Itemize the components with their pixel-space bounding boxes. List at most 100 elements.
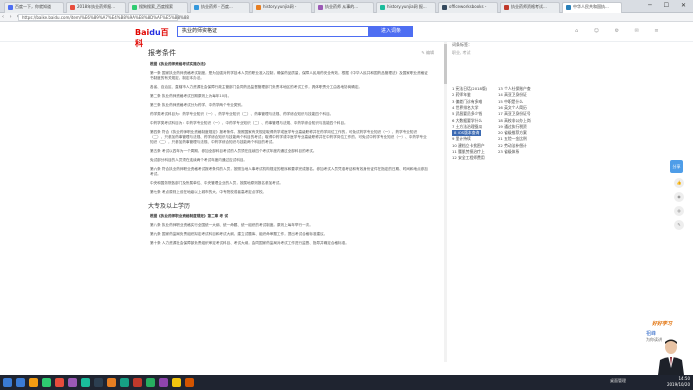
hot-list-rank: 11 [452, 149, 457, 154]
taskbar-app-icon[interactable] [120, 378, 129, 387]
hot-list-rank: 8 [454, 130, 457, 136]
paragraph-group-1: 根据《执业药师资格考试实施办法》 第一条 国家执业药师资格考试制度，是为加强对药学… [140, 62, 440, 195]
address-input[interactable]: https://baike.baidu.com/item/%E6%89%A7%E… [18, 14, 189, 21]
article-paragraph: 各省、自治区、直辖市人力资源社会保障行政主管部门会同药品监督管理部门负责本地区的… [150, 85, 363, 89]
hot-list-item[interactable]: 4 世界排名大学 [452, 105, 478, 111]
hot-list-item[interactable]: 9 里计持续 [452, 136, 471, 142]
taskbar-app-icon[interactable] [55, 378, 64, 387]
header-icons[interactable]: ⌂ ☺ ⚙ ✉ ≡ [575, 28, 666, 34]
hot-list-item[interactable]: 8 iOS版本查询 [452, 130, 482, 137]
browser-tab[interactable]: history.yunjia网 - [252, 2, 312, 13]
taskbar-app-icon[interactable] [68, 378, 77, 387]
tab-favicon-icon [504, 4, 509, 10]
browser-tab[interactable]: history.yunjia网 报... [376, 2, 436, 13]
article-paragraph: 中药学类考试科目为：中药学专业知识（一）、中药学专业知识（二）、药事管理与法规、… [150, 121, 348, 125]
tab-label: 百度一下，你就知道 [15, 4, 51, 9]
video-logo: 好好学习 [652, 321, 673, 327]
tab-favicon-icon [442, 4, 447, 10]
hot-list-item[interactable]: 11 腰肌劳损治疗上 [452, 149, 485, 155]
taskbar-app-icon[interactable] [107, 378, 116, 387]
browser-tab[interactable]: 2018年执业药师报... [66, 2, 126, 13]
article-paragraph: 第六条 符合执业药师职业资格考试报考条件的人员，按照当地人事考试机构规定的程序和… [150, 167, 428, 176]
hot-list-item[interactable]: 1 宪法日话(2018版) [452, 86, 487, 92]
taskbar-app-icon[interactable] [81, 378, 90, 387]
browser-tab[interactable]: 百度一下，你就知道 [4, 2, 64, 13]
hot-list-item[interactable]: 10 建档立卡贫困户 [452, 143, 485, 149]
tab-label: 执业药师 - 百度... [201, 4, 233, 9]
hot-list-item[interactable]: 3 偏差门诊有多难 [452, 99, 482, 105]
article-paragraph: 第一条 国家执业药师资格考试制度，是为加强对药学技术人员的职业准入控制，确保药品… [150, 71, 428, 80]
thumb-up-icon[interactable]: 👍 [674, 178, 684, 188]
article-paragraph: 第八条 执业药师职业资格实行全国统一大纲、统一命题、统一组织的考试制度。原则上每… [150, 223, 313, 227]
hot-list-label: 省级体系 [504, 149, 520, 154]
scrollbar-thumb[interactable] [444, 44, 447, 84]
share-button[interactable]: 分享 [670, 160, 683, 173]
hot-list-label: 偏差门诊有多难 [455, 98, 483, 104]
wechat-icon[interactable]: ◍ [674, 206, 684, 216]
hot-list-item[interactable]: 22 劳动法补偿计 [498, 143, 527, 149]
video-overlay[interactable]: 好好学习 祖峰 为你读讲 [632, 318, 693, 375]
hot-list-label: 五险一金比例 [504, 136, 527, 142]
hot-list-label: 建档立卡贫困户 [458, 142, 485, 148]
comment-icon[interactable]: ✎ [674, 220, 684, 230]
presenter-image [658, 339, 684, 375]
tab-label: history.yunjia网 - [263, 4, 297, 9]
hot-list-item[interactable]: 6 大数据要学什么 [452, 118, 482, 124]
scrollbar-track[interactable] [444, 42, 447, 362]
right-rail: 👍 ◉ ◍ ✎ [672, 178, 686, 234]
taskbar-app-icon[interactable] [16, 378, 25, 387]
hot-list-item[interactable]: 16 英文个人简历 [498, 105, 527, 111]
hot-list-item[interactable]: 14 高亚卫身份证 [498, 92, 527, 98]
hot-list-rank: 9 [452, 136, 455, 142]
browser-tab[interactable]: 搜狗搜索_百度搜索 [128, 2, 188, 13]
hot-list-label: 个人社保账户查 [504, 86, 531, 91]
hot-list-item[interactable]: 20 省级推荐方案 [498, 130, 527, 136]
system-tray[interactable]: 桌面管理 [610, 378, 626, 384]
hot-list-item[interactable]: 5 武昌要员多少钱 [452, 111, 482, 117]
browser-tab[interactable]: 中华人民共和国执... [562, 2, 622, 13]
edit-link[interactable]: ✎ 编辑 [421, 50, 434, 56]
hot-list-item[interactable]: 7 土方法治理蚕瓜 [452, 124, 482, 130]
start-button[interactable] [3, 378, 12, 387]
sidebar-subtitle[interactable]: 职业, 考试 [452, 50, 552, 56]
hot-list-item[interactable]: 17 高亚卫身份证号 [498, 111, 531, 117]
hot-list-item[interactable]: 2 药师年鉴 [452, 92, 471, 98]
hot-list-item[interactable]: 15 中职是什么 [498, 99, 523, 105]
browser-tab[interactable]: 执业药师 从事的... [314, 2, 374, 13]
hot-list-item[interactable]: 12 安全工程师费用 [452, 155, 485, 161]
hot-list-label: 腰肌劳损治疗上 [458, 149, 485, 154]
baidu-logo[interactable]: Baidu百科 [135, 27, 173, 48]
article-content: 报考条件 ✎ 编辑 根据《执业药师资格考试实施办法》 第一条 国家执业药师资格考试… [140, 46, 440, 364]
tab-favicon-icon [194, 4, 199, 10]
hot-list-label: 省级推荐方案 [504, 130, 527, 136]
weibo-icon[interactable]: ◉ [674, 192, 684, 202]
taskbar-app-icon[interactable] [172, 378, 181, 387]
tab-label: 2018年执业药师报... [77, 4, 115, 9]
window-controls[interactable]: ─ ☐ ✕ [648, 2, 691, 9]
tab-label: 执业药师 从事的... [325, 4, 359, 9]
taskbar-app-icon[interactable] [185, 378, 194, 387]
hot-list-item[interactable]: 18 高校非公办上岗 [498, 118, 531, 124]
sidebar-title: 词条标签： [452, 42, 472, 47]
browser-tab[interactable]: officeworksbooks - [438, 2, 498, 13]
taskbar-app-icon[interactable] [146, 378, 155, 387]
search-button[interactable]: 进入词条 [369, 26, 413, 37]
browser-tab[interactable]: 执业药师资格考试... [500, 2, 560, 13]
taskbar-app-icon[interactable] [133, 378, 142, 387]
taskbar-app-icon[interactable] [94, 378, 103, 387]
browser-tab[interactable]: 执业药师 - 百度... [190, 2, 250, 13]
taskbar-app-icon[interactable] [42, 378, 51, 387]
search-input[interactable]: 执业药师资格证 [177, 26, 369, 37]
tab-label: 搜狗搜索_百度搜索 [139, 4, 173, 9]
hot-list-item[interactable]: 13 个人社保账户查 [498, 86, 531, 92]
hot-list-rank: 20 [498, 130, 503, 136]
hot-list-label: 高校非公办上岗 [504, 117, 531, 123]
hot-list-item[interactable]: 21 五险一金比例 [498, 136, 527, 142]
article-paragraph: 免试部分科目的人员须在连续两个考试年度内通过应试科目。 [150, 158, 248, 162]
hot-list-label: 世界排名大学 [455, 104, 479, 110]
hot-list-rank: 18 [498, 117, 503, 123]
hot-list-item[interactable]: 19 通过执行税资 [498, 124, 527, 130]
taskbar-app-icon[interactable] [29, 378, 38, 387]
taskbar-app-icon[interactable] [159, 378, 168, 387]
hot-list-item[interactable]: 23 省级体系 [498, 149, 519, 155]
